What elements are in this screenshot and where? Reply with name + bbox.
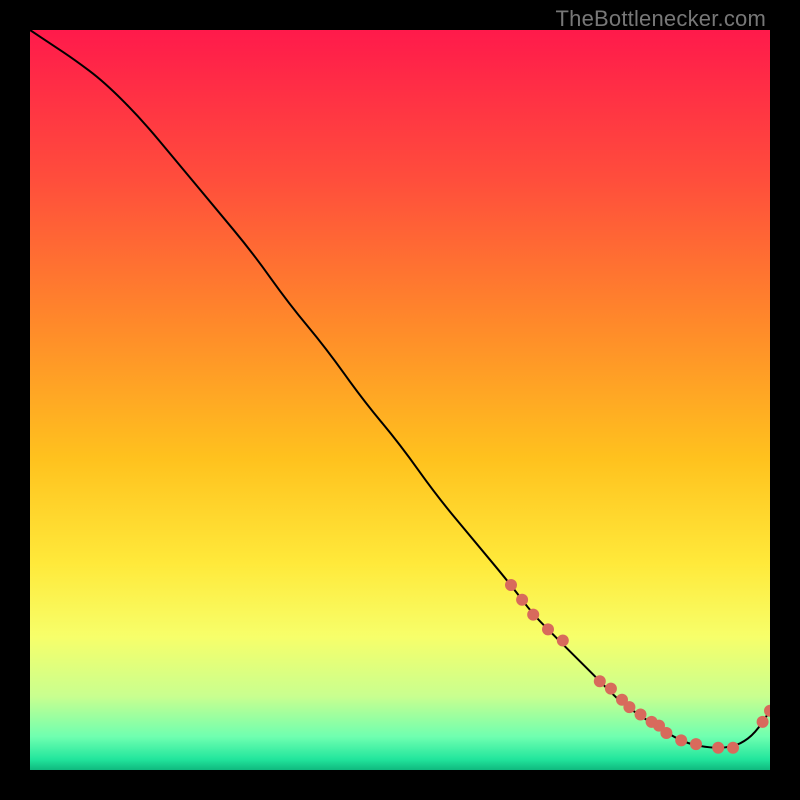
marker-dot xyxy=(675,734,687,746)
marker-dot xyxy=(757,716,769,728)
marker-dot xyxy=(623,701,635,713)
gradient-background xyxy=(30,30,770,770)
marker-dot xyxy=(516,594,528,606)
watermark-text: TheBottlenecker.com xyxy=(556,6,766,32)
marker-dot xyxy=(690,738,702,750)
marker-dot xyxy=(505,579,517,591)
marker-dot xyxy=(660,727,672,739)
marker-dot xyxy=(557,635,569,647)
marker-dot xyxy=(635,709,647,721)
marker-dot xyxy=(594,675,606,687)
marker-dot xyxy=(712,742,724,754)
marker-dot xyxy=(542,623,554,635)
marker-dot xyxy=(605,683,617,695)
marker-dot xyxy=(527,609,539,621)
bottleneck-chart xyxy=(30,30,770,770)
marker-dot xyxy=(727,742,739,754)
chart-frame xyxy=(30,30,770,770)
